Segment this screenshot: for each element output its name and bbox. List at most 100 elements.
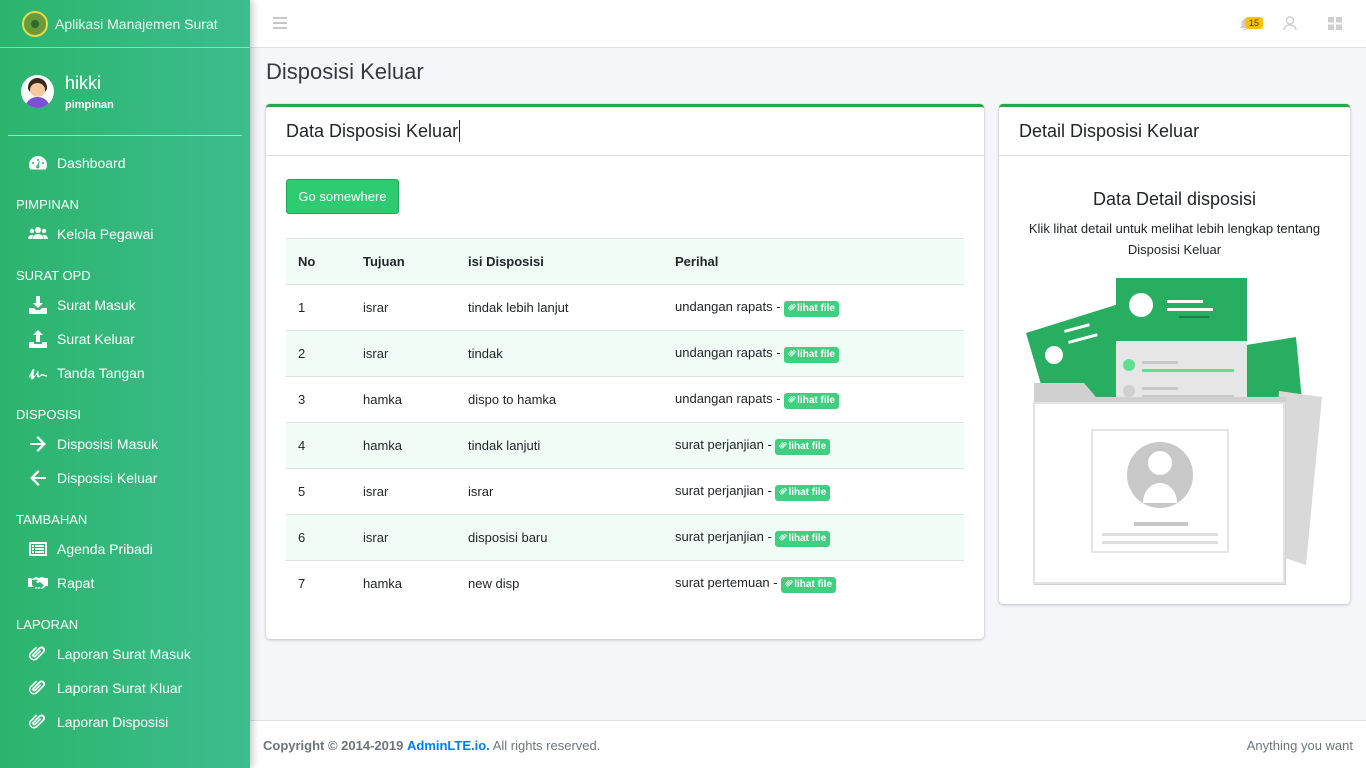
perihal-text: surat perjanjian - — [675, 482, 772, 498]
table-row: 6 israr disposisi baru surat perjanjian - l… — [286, 514, 964, 561]
paperclip-icon — [28, 644, 48, 664]
column-header-isi: isi Disposisi — [456, 238, 663, 285]
data-disposisi-card: Data Disposisi Keluar Go somewhere No Tu… — [266, 104, 984, 639]
handshake-icon — [28, 573, 48, 593]
sidebar-item-surat-keluar[interactable]: Surat Keluar — [0, 322, 250, 356]
cell-isi: tindak — [456, 330, 663, 377]
nav-header-laporan: LAPORAN — [16, 617, 79, 632]
cell-perihal: undangan rapats - lihat file — [663, 376, 964, 423]
cell-no: 1 — [286, 284, 351, 331]
lihat-file-button[interactable]: lihat file — [784, 300, 839, 317]
sidebar-item-surat-masuk[interactable]: Surat Masuk — [0, 288, 250, 322]
cell-tujuan: hamka — [351, 422, 456, 469]
sidebar-item-label: Surat Masuk — [57, 297, 136, 313]
sidebar-item-label: Laporan Surat Masuk — [57, 646, 191, 662]
cell-perihal: surat pertemuan - lihat file — [663, 560, 964, 607]
sidebar-item-laporan-surat-masuk[interactable]: Laporan Surat Masuk — [0, 637, 250, 671]
table-row: 5 israr israr surat perjanjian - lihat file — [286, 468, 964, 515]
perihal-text: undangan rapats - — [675, 390, 781, 406]
sidebar-item-disposisi-keluar[interactable]: Disposisi Keluar — [0, 461, 250, 495]
lihat-file-button[interactable]: lihat file — [775, 438, 831, 455]
sidebar: Aplikasi Manajemen Surat hikki pimpinan … — [0, 0, 250, 768]
footer-copyright: Copyright © 2014-2019 AdminLTE.io. All r… — [263, 738, 600, 753]
cell-no: 7 — [286, 560, 351, 607]
lihat-file-label: lihat file — [788, 532, 827, 544]
lihat-file-label: lihat file — [797, 348, 835, 360]
nav-header-disposisi: DISPOSISI — [16, 407, 82, 422]
apps-grid-icon[interactable] — [1328, 17, 1342, 35]
sidebar-item-label: Surat Keluar — [57, 331, 135, 347]
profile-documents-illustration — [1026, 278, 1322, 585]
sidebar-item-laporan-disposisi[interactable]: Laporan Disposisi — [0, 705, 250, 739]
cell-tujuan: israr — [351, 468, 456, 515]
notification-badge: 15 — [1245, 17, 1264, 29]
sidebar-item-dashboard[interactable]: Dashboard — [0, 146, 250, 180]
sidebar-item-label: Laporan Disposisi — [57, 714, 169, 730]
cell-perihal: surat perjanjian - lihat file — [663, 422, 964, 469]
nav-header-tambahan: TAMBAHAN — [16, 512, 88, 527]
paperclip-icon — [785, 579, 793, 587]
lihat-file-button[interactable]: lihat file — [784, 346, 839, 363]
detail-description: Klik lihat detail untuk melihat lebih le… — [1028, 221, 1321, 257]
sidebar-item-label: Dashboard — [57, 155, 126, 171]
paperclip-icon — [28, 712, 48, 732]
perihal-text: undangan rapats - — [675, 298, 781, 314]
paperclip-icon — [788, 303, 796, 310]
download-icon — [28, 295, 48, 315]
lihat-file-label: lihat file — [788, 440, 827, 452]
lihat-file-label: lihat file — [788, 486, 827, 498]
sidebar-nav: Dashboard PIMPINAN Kelola Pegawai SURAT … — [0, 136, 250, 739]
cell-perihal: undangan rapats - lihat file — [663, 330, 964, 377]
table-row: 4 hamka tindak lanjuti surat perjanjian - l… — [286, 422, 964, 469]
table-header-row: No Tujuan isi Disposisi Perihal — [286, 238, 964, 285]
lihat-file-button[interactable]: lihat file — [781, 576, 837, 593]
cell-no: 4 — [286, 422, 351, 469]
lihat-file-button[interactable]: lihat file — [775, 530, 831, 547]
cell-tujuan: israr — [351, 330, 456, 377]
disposisi-table: No Tujuan isi Disposisi Perihal 1 israr ti… — [286, 238, 964, 607]
sidebar-item-label: Laporan Surat Kluar — [57, 680, 183, 696]
signature-icon — [28, 363, 48, 383]
sidebar-item-label: Rapat — [57, 575, 95, 591]
topbar: 15 — [250, 0, 1366, 48]
avatar — [21, 75, 54, 108]
user-panel[interactable]: hikki pimpinan — [8, 48, 242, 136]
detail-heading: Data Detail disposisi — [1092, 189, 1257, 209]
lihat-file-button[interactable]: lihat file — [775, 484, 831, 501]
arrow-right-icon — [28, 434, 48, 454]
perihal-text: undangan rapats - — [675, 344, 781, 360]
nav-header-pimpinan: PIMPINAN — [16, 197, 79, 212]
cell-no: 2 — [286, 330, 351, 377]
user-menu-icon[interactable] — [1283, 16, 1297, 36]
brand-link[interactable]: Aplikasi Manajemen Surat — [0, 0, 250, 48]
table-row: 3 hamka dispo to hamka undangan rapats - li… — [286, 376, 964, 423]
sidebar-item-tanda-tangan[interactable]: Tanda Tangan — [0, 356, 250, 390]
sidebar-item-disposisi-masuk[interactable]: Disposisi Masuk — [0, 427, 250, 461]
cell-perihal: surat perjanjian - lihat file — [663, 468, 964, 515]
lihat-file-label: lihat file — [797, 394, 835, 406]
go-somewhere-button[interactable]: Go somewhere — [286, 179, 399, 214]
users-icon — [28, 224, 48, 244]
cell-isi: israr — [456, 468, 663, 515]
adminlte-link[interactable]: AdminLTE.io. — [407, 738, 490, 753]
arrow-left-icon — [28, 468, 48, 488]
sidebar-item-label: Disposisi Masuk — [57, 436, 159, 452]
sidebar-item-rapat[interactable]: Rapat — [0, 566, 250, 600]
detail-disposisi-card: Detail Disposisi Keluar Data Detail disp… — [999, 104, 1350, 604]
menu-toggle-icon[interactable] — [273, 17, 287, 29]
table-row: 7 hamka new disp surat pertemuan - lihat fi… — [286, 560, 964, 607]
sidebar-item-kelola-pegawai[interactable]: Kelola Pegawai — [0, 217, 250, 251]
perihal-text: surat pertemuan - — [675, 574, 778, 590]
card-title: Data Disposisi Keluar — [266, 107, 984, 156]
column-header-no: No — [286, 238, 351, 285]
cell-isi: dispo to hamka — [456, 376, 663, 423]
sidebar-item-laporan-surat-kluar[interactable]: Laporan Surat Kluar — [0, 671, 250, 705]
brand-logo — [22, 10, 48, 37]
user-name: hikki — [65, 72, 102, 93]
cell-perihal: surat perjanjian - lihat file — [663, 514, 964, 561]
column-header-perihal: Perihal — [663, 238, 964, 285]
brand-title: Aplikasi Manajemen Surat — [55, 15, 218, 32]
lihat-file-button[interactable]: lihat file — [784, 392, 839, 409]
column-header-tujuan: Tujuan — [351, 238, 456, 285]
sidebar-item-agenda-pribadi[interactable]: Agenda Pribadi — [0, 532, 250, 566]
